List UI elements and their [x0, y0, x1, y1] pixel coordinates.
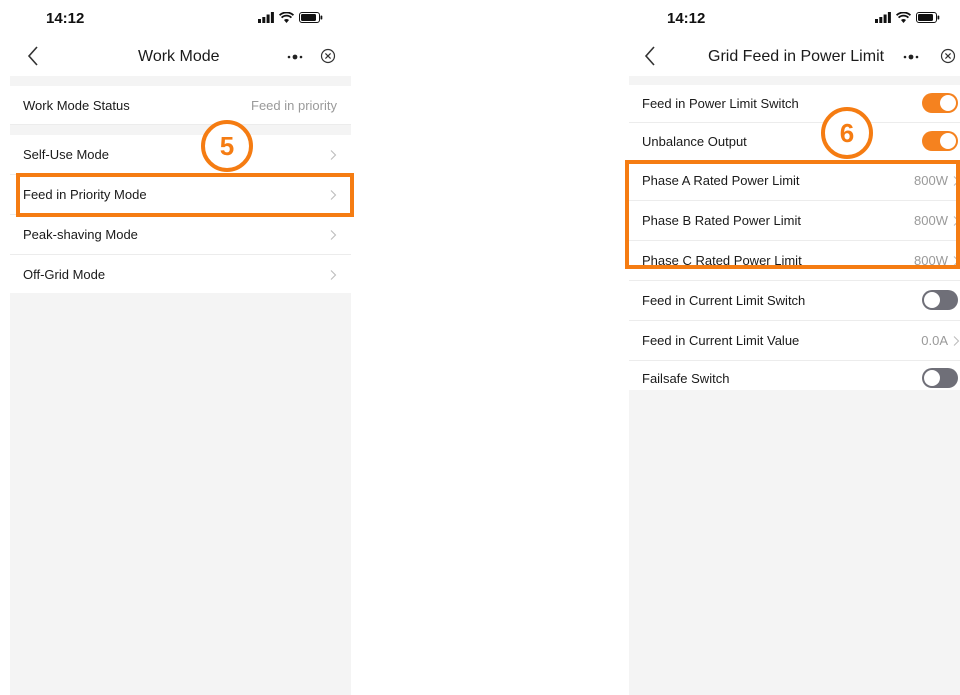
- feed-in-power-limit-toggle[interactable]: [922, 93, 958, 113]
- more-dots-icon[interactable]: [285, 52, 305, 62]
- empty-background: [10, 293, 351, 695]
- system-icons: [258, 12, 323, 23]
- failsafe-toggle[interactable]: [922, 368, 958, 388]
- wifi-icon: [896, 12, 911, 23]
- row-label: Phase B Rated Power Limit: [642, 213, 801, 228]
- mode-label: Feed in Priority Mode: [23, 187, 147, 202]
- grid-feed-limit-screen: 14:12 Grid Feed in Power Limit Feed in P…: [629, 0, 960, 695]
- row-label: Phase C Rated Power Limit: [642, 253, 802, 268]
- step-badge-5: 5: [201, 120, 253, 172]
- status-time: 14:12: [667, 10, 706, 27]
- work-mode-screen: 14:12 Work Mode Work Mode Status Feed in…: [10, 0, 351, 695]
- row-label: Feed in Current Limit Value: [642, 333, 800, 348]
- mode-item-peak-shaving[interactable]: Peak-shaving Mode: [10, 215, 351, 255]
- chevron-right-icon: [953, 335, 960, 346]
- more-dots-icon[interactable]: [901, 52, 921, 62]
- nav-bar: Grid Feed in Power Limit: [629, 38, 960, 76]
- phase-b-power-limit-row[interactable]: Phase B Rated Power Limit 800W: [629, 201, 960, 241]
- mode-label: Off-Grid Mode: [23, 267, 106, 282]
- feed-in-current-limit-switch-row: Feed in Current Limit Switch: [629, 281, 960, 321]
- toggle-knob: [940, 95, 956, 111]
- battery-icon: [916, 12, 940, 23]
- feed-in-current-limit-value-row[interactable]: Feed in Current Limit Value 0.0A: [629, 321, 960, 361]
- toggle-knob: [924, 292, 940, 308]
- empty-background: [629, 390, 960, 695]
- chevron-right-icon: [953, 215, 960, 226]
- chevron-right-icon: [330, 149, 337, 160]
- signal-icon: [258, 12, 274, 23]
- chevron-right-icon: [330, 229, 337, 240]
- battery-icon: [299, 12, 323, 23]
- status-bar: 14:12: [629, 0, 960, 38]
- mode-item-self-use[interactable]: Self-Use Mode: [10, 135, 351, 175]
- back-chevron-icon[interactable]: [641, 44, 661, 68]
- section-gap: [10, 125, 351, 135]
- work-mode-status-row: Work Mode Status Feed in priority: [10, 86, 351, 125]
- status-value: Feed in priority: [251, 97, 337, 113]
- row-label: Feed in Power Limit Switch: [642, 96, 799, 111]
- back-chevron-icon[interactable]: [24, 44, 44, 68]
- status-bar: 14:12: [10, 0, 351, 38]
- status-label: Work Mode Status: [23, 97, 130, 113]
- mode-item-feed-in-priority[interactable]: Feed in Priority Mode: [10, 175, 351, 215]
- chevron-right-icon: [330, 189, 337, 200]
- mode-label: Peak-shaving Mode: [23, 227, 138, 242]
- close-circle-icon[interactable]: [320, 48, 336, 64]
- unbalance-output-toggle[interactable]: [922, 131, 958, 151]
- row-value: 800W: [914, 253, 948, 268]
- page-title: Grid Feed in Power Limit: [708, 48, 885, 65]
- phase-a-power-limit-row[interactable]: Phase A Rated Power Limit 800W: [629, 161, 960, 201]
- chevron-right-icon: [330, 269, 337, 280]
- toggle-knob: [940, 133, 956, 149]
- row-value: 0.0A: [921, 333, 948, 348]
- section-gap: [10, 76, 351, 86]
- row-label: Phase A Rated Power Limit: [642, 173, 800, 188]
- row-value: 800W: [914, 213, 948, 228]
- wifi-icon: [279, 12, 294, 23]
- feed-in-current-limit-toggle[interactable]: [922, 290, 958, 310]
- mode-item-off-grid[interactable]: Off-Grid Mode: [10, 255, 351, 295]
- nav-bar: Work Mode: [10, 38, 351, 76]
- unbalance-output-row: Unbalance Output: [629, 123, 960, 161]
- row-label: Failsafe Switch: [642, 371, 730, 386]
- chevron-right-icon: [953, 175, 960, 186]
- system-icons: [875, 12, 940, 23]
- close-circle-icon[interactable]: [940, 48, 956, 64]
- section-gap: [629, 76, 960, 85]
- chevron-right-icon: [953, 255, 960, 266]
- signal-icon: [875, 12, 891, 23]
- phase-c-power-limit-row[interactable]: Phase C Rated Power Limit 800W: [629, 241, 960, 281]
- row-value: 800W: [914, 173, 948, 188]
- status-time: 14:12: [46, 10, 85, 27]
- row-label: Feed in Current Limit Switch: [642, 293, 806, 308]
- feed-in-power-limit-switch-row: Feed in Power Limit Switch: [629, 85, 960, 123]
- row-label: Unbalance Output: [642, 134, 747, 149]
- page-title: Work Mode: [138, 48, 220, 65]
- mode-label: Self-Use Mode: [23, 147, 109, 162]
- toggle-knob: [924, 370, 940, 386]
- step-badge-6: 6: [821, 107, 873, 159]
